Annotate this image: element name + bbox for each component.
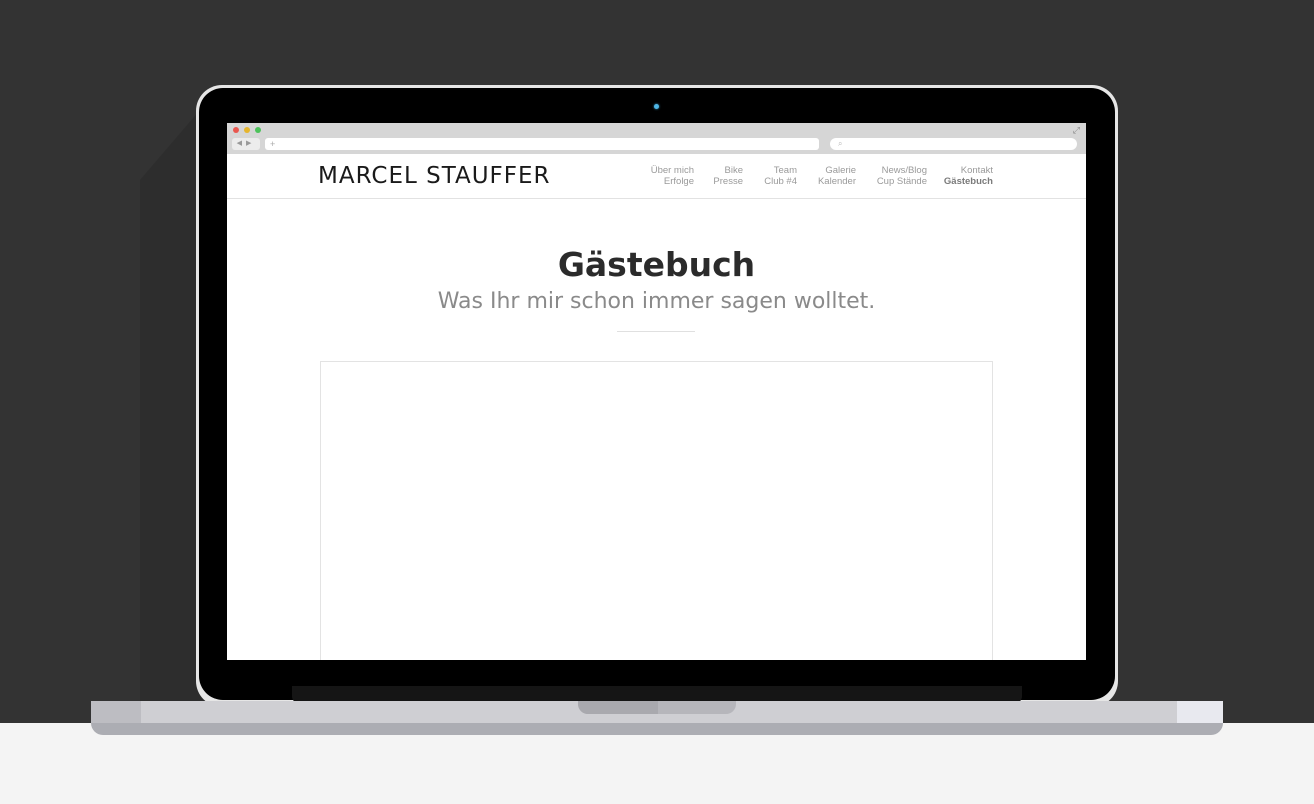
nav-link-news-blog[interactable]: News/Blog (865, 165, 927, 176)
nav-item-kontakt[interactable]: Kontakt Gästebuch (935, 165, 993, 187)
close-window-icon[interactable] (233, 127, 239, 133)
nav-link-presse[interactable]: Presse (703, 176, 743, 187)
laptop-base-right (1177, 701, 1223, 723)
nav-link-cup-staende[interactable]: Cup Stände (865, 176, 927, 187)
search-bar[interactable]: ⌕ (830, 138, 1077, 150)
page-subtitle: Was Ihr mir schon immer sagen wolltet. (437, 289, 876, 314)
floor (0, 723, 1314, 804)
browser-window: ⤢ ◀▶ + ⌕ MARCEL STAUFFER Über mich Erfol… (227, 123, 1086, 660)
address-bar[interactable]: + (265, 138, 819, 150)
forward-icon[interactable]: ▶ (246, 140, 255, 147)
browser-toolbar: ⤢ ◀▶ + ⌕ (227, 123, 1086, 154)
nav-link-gaestebuch[interactable]: Gästebuch (935, 176, 993, 187)
laptop-base-left (91, 701, 141, 723)
nav-link-ueber-mich[interactable]: Über mich (639, 165, 694, 176)
new-tab-icon[interactable]: + (270, 139, 275, 149)
search-icon: ⌕ (838, 139, 843, 148)
site-logo[interactable]: MARCEL STAUFFER (318, 163, 551, 189)
guestbook-frame[interactable] (320, 361, 993, 660)
nav-link-club[interactable]: Club #4 (752, 176, 797, 187)
nav-link-erfolge[interactable]: Erfolge (639, 176, 694, 187)
back-icon[interactable]: ◀ (237, 140, 246, 147)
minimize-window-icon[interactable] (244, 127, 250, 133)
nav-link-galerie[interactable]: Galerie (807, 165, 856, 176)
nav-item-galerie[interactable]: Galerie Kalender (807, 165, 856, 187)
maximize-window-icon[interactable] (255, 127, 261, 133)
camera-icon (654, 104, 659, 109)
back-forward-buttons[interactable]: ◀▶ (232, 138, 260, 150)
fullscreen-icon[interactable]: ⤢ (1073, 126, 1080, 135)
nav-link-kalender[interactable]: Kalender (807, 176, 856, 187)
title-divider (617, 331, 695, 332)
laptop-notch-shade (578, 701, 658, 714)
nav-link-team[interactable]: Team (752, 165, 797, 176)
nav-item-news-blog[interactable]: News/Blog Cup Stände (865, 165, 927, 187)
nav-item-ueber-mich[interactable]: Über mich Erfolge (639, 165, 694, 187)
nav-link-bike[interactable]: Bike (703, 165, 743, 176)
site-header: MARCEL STAUFFER Über mich Erfolge Bike P… (227, 154, 1086, 199)
nav-link-kontakt[interactable]: Kontakt (935, 165, 993, 176)
nav-item-team[interactable]: Team Club #4 (752, 165, 797, 187)
nav-item-bike[interactable]: Bike Presse (703, 165, 743, 187)
laptop-base-bottom (91, 723, 1223, 735)
page-title: Gästebuch (557, 245, 756, 284)
